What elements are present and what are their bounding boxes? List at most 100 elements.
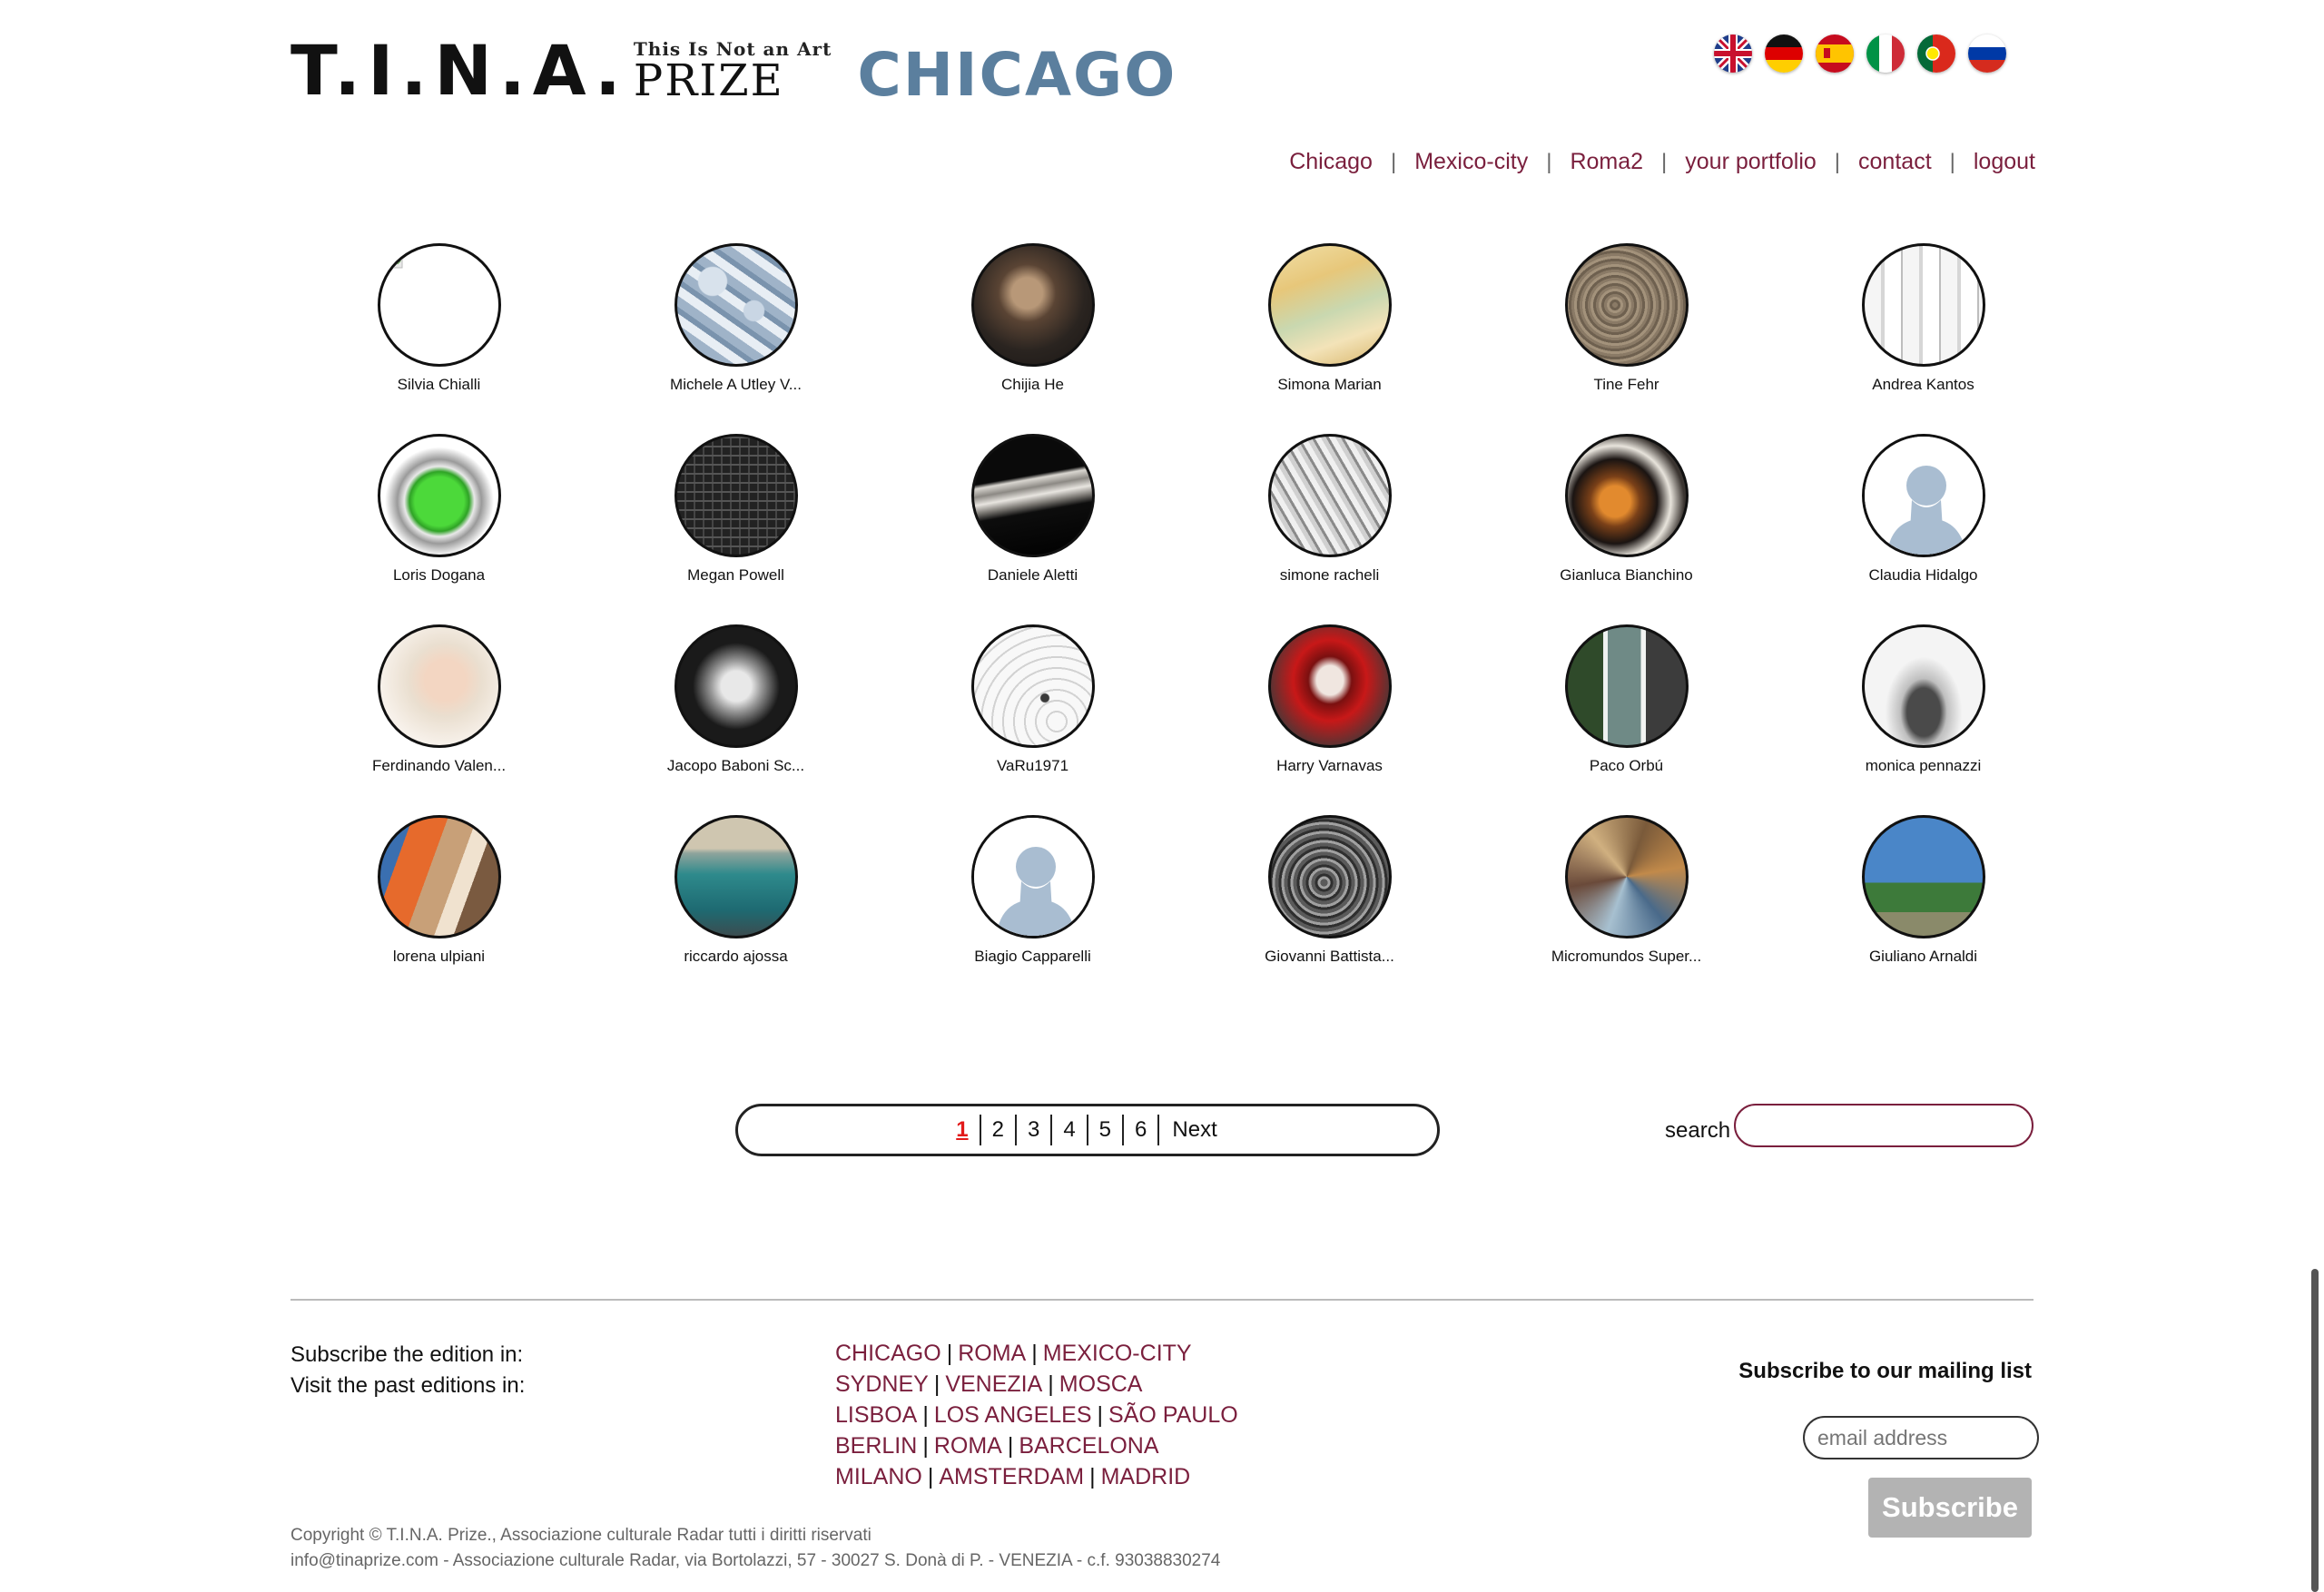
search-input[interactable] [1734, 1104, 2034, 1147]
artist-name[interactable]: Harry Varnavas [1276, 757, 1383, 775]
artist-card[interactable]: Jacopo Baboni Sc... [587, 624, 884, 775]
artist-thumbnail[interactable] [1861, 624, 1985, 748]
artist-card[interactable]: Biagio Capparelli [884, 815, 1181, 966]
artist-card[interactable]: Silvia Chialli [290, 243, 587, 394]
artist-card[interactable]: Ferdinando Valen... [290, 624, 587, 775]
artist-thumbnail[interactable] [970, 434, 1095, 557]
artist-thumbnail[interactable] [1564, 624, 1689, 748]
artist-thumbnail[interactable] [377, 243, 501, 367]
artist-card[interactable]: Claudia Hidalgo [1775, 434, 2072, 585]
artist-name[interactable]: Giuliano Arnaldi [1869, 948, 1977, 966]
artist-name[interactable]: VaRu1971 [997, 757, 1068, 775]
artist-card[interactable]: Tine Fehr [1478, 243, 1775, 394]
artist-thumbnail[interactable] [377, 434, 501, 557]
edition-link[interactable]: BARCELONA [1019, 1433, 1158, 1459]
edition-link[interactable]: ROMA [958, 1341, 1026, 1366]
scrollbar-thumb[interactable] [2311, 1269, 2319, 1592]
artist-thumbnail[interactable] [377, 624, 501, 748]
artist-card[interactable]: riccardo ajossa [587, 815, 884, 966]
artist-name[interactable]: Jacopo Baboni Sc... [667, 757, 804, 775]
page-link-5[interactable]: 5 [1088, 1115, 1122, 1145]
artist-name[interactable]: simone racheli [1280, 566, 1380, 585]
artist-thumbnail[interactable] [377, 815, 501, 938]
edition-link[interactable]: LOS ANGELES [934, 1402, 1092, 1428]
artist-name[interactable]: Megan Powell [687, 566, 784, 585]
site-logo[interactable]: T.I.N.A. This Is Not an Art PRIZE CHICAG… [290, 33, 1177, 105]
artist-thumbnail[interactable] [674, 624, 798, 748]
artist-card[interactable]: monica pennazzi [1775, 624, 2072, 775]
artist-name[interactable]: Daniele Aletti [988, 566, 1078, 585]
artist-card[interactable]: Giovanni Battista... [1181, 815, 1478, 966]
artist-name[interactable]: Chijia He [1001, 376, 1064, 394]
flag-ru-icon[interactable] [1968, 34, 2006, 73]
edition-link[interactable]: SÃO PAULO [1108, 1402, 1238, 1428]
artist-thumbnail[interactable] [674, 815, 798, 938]
artist-card[interactable]: Gianluca Bianchino [1478, 434, 1775, 585]
page-link-2[interactable]: 2 [981, 1115, 1015, 1145]
default-avatar-icon[interactable] [970, 815, 1095, 938]
artist-name[interactable]: Michele A Utley V... [670, 376, 802, 394]
artist-thumbnail[interactable] [1267, 624, 1392, 748]
next-page-button[interactable]: Next [1159, 1117, 1229, 1143]
subscribe-button[interactable]: Subscribe [1868, 1478, 2032, 1538]
artist-card[interactable]: Andrea Kantos [1775, 243, 2072, 394]
edition-link[interactable]: BERLIN [835, 1433, 917, 1459]
artist-name[interactable]: Simona Marian [1277, 376, 1381, 394]
artist-card[interactable]: Simona Marian [1181, 243, 1478, 394]
artist-name[interactable]: Gianluca Bianchino [1560, 566, 1692, 585]
artist-thumbnail[interactable] [1267, 243, 1392, 367]
flag-es-icon[interactable] [1816, 34, 1854, 73]
edition-link[interactable]: VENEZIA [945, 1371, 1042, 1397]
email-field[interactable] [1803, 1416, 2039, 1459]
artist-name[interactable]: Silvia Chialli [398, 376, 481, 394]
artist-thumbnail[interactable] [970, 624, 1095, 748]
artist-name[interactable]: Micromundos Super... [1551, 948, 1701, 966]
edition-link[interactable]: MADRID [1101, 1464, 1191, 1489]
nav-your-portfolio[interactable]: your portfolio [1685, 149, 1817, 175]
nav-roma2[interactable]: Roma2 [1570, 149, 1643, 175]
edition-link[interactable]: ROMA [934, 1433, 1002, 1459]
edition-link[interactable]: LISBOA [835, 1402, 917, 1428]
nav-chicago[interactable]: Chicago [1289, 149, 1373, 175]
artist-thumbnail[interactable] [1267, 434, 1392, 557]
artist-name[interactable]: Claudia Hidalgo [1868, 566, 1977, 585]
flag-pt-icon[interactable] [1917, 34, 1955, 73]
artist-name[interactable]: Paco Orbú [1590, 757, 1663, 775]
page-link-1[interactable]: 1 [945, 1115, 979, 1145]
artist-thumbnail[interactable] [674, 434, 798, 557]
artist-name[interactable]: Biagio Capparelli [974, 948, 1091, 966]
artist-card[interactable]: simone racheli [1181, 434, 1478, 585]
edition-link[interactable]: SYDNEY [835, 1371, 929, 1397]
artist-thumbnail[interactable] [1861, 243, 1985, 367]
page-link-3[interactable]: 3 [1017, 1115, 1050, 1145]
artist-card[interactable]: VaRu1971 [884, 624, 1181, 775]
artist-name[interactable]: Tine Fehr [1593, 376, 1659, 394]
artist-thumbnail[interactable] [1564, 434, 1689, 557]
artist-card[interactable]: Chijia He [884, 243, 1181, 394]
edition-link[interactable]: CHICAGO [835, 1341, 941, 1366]
artist-thumbnail[interactable] [1564, 243, 1689, 367]
artist-card[interactable]: Giuliano Arnaldi [1775, 815, 2072, 966]
artist-card[interactable]: lorena ulpiani [290, 815, 587, 966]
flag-uk-icon[interactable] [1714, 34, 1752, 73]
artist-name[interactable]: Loris Dogana [393, 566, 485, 585]
edition-link[interactable]: MOSCA [1059, 1371, 1143, 1397]
artist-card[interactable]: Paco Orbú [1478, 624, 1775, 775]
artist-card[interactable]: Micromundos Super... [1478, 815, 1775, 966]
artist-thumbnail[interactable] [674, 243, 798, 367]
artist-card[interactable]: Loris Dogana [290, 434, 587, 585]
artist-thumbnail[interactable] [1267, 815, 1392, 938]
artist-card[interactable]: Megan Powell [587, 434, 884, 585]
artist-name[interactable]: riccardo ajossa [684, 948, 787, 966]
artist-name[interactable]: Andrea Kantos [1872, 376, 1974, 394]
artist-card[interactable]: Harry Varnavas [1181, 624, 1478, 775]
page-link-6[interactable]: 6 [1124, 1115, 1157, 1145]
page-link-4[interactable]: 4 [1052, 1115, 1086, 1145]
edition-link[interactable]: AMSTERDAM [939, 1464, 1084, 1489]
nav-logout[interactable]: logout [1974, 149, 2035, 175]
artist-name[interactable]: Ferdinando Valen... [372, 757, 506, 775]
flag-it-icon[interactable] [1866, 34, 1905, 73]
edition-link[interactable]: MEXICO-CITY [1043, 1341, 1192, 1366]
artist-thumbnail[interactable] [1564, 815, 1689, 938]
artist-thumbnail[interactable] [1861, 815, 1985, 938]
